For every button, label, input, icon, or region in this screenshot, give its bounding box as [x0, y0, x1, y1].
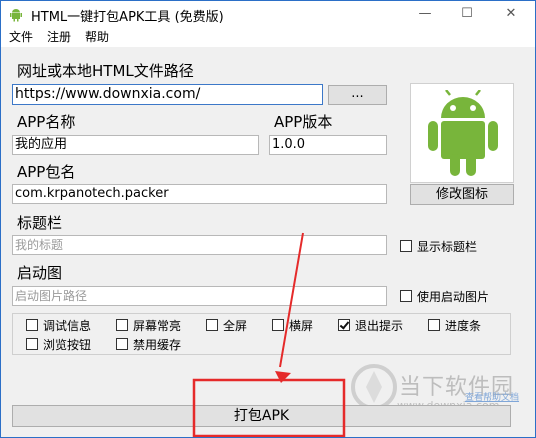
menu-help[interactable]: 帮助 [85, 29, 109, 45]
app-name-input[interactable]: 我的应用 [12, 135, 259, 155]
url-input[interactable]: https://www.downxia.com/ [12, 84, 323, 105]
package-input[interactable]: com.krpanotech.packer [12, 184, 387, 204]
pack-apk-button[interactable]: 打包APK [12, 405, 511, 427]
brand-logo-icon [351, 364, 397, 410]
menu-register[interactable]: 注册 [47, 29, 71, 45]
option-checkbox[interactable] [338, 319, 350, 331]
maximize-button[interactable]: ☐ [457, 5, 477, 23]
option-label: 调试信息 [43, 319, 92, 333]
app-window: HTML一键打包APK工具 (免费版) — ☐ ✕ 文件 注册 帮助 网址或本地… [0, 0, 536, 438]
option-label: 禁用缓存 [133, 338, 182, 352]
browse-button[interactable]: ... [328, 85, 387, 105]
app-version-input[interactable]: 1.0.0 [269, 135, 387, 155]
title-bar-label: 标题栏 [17, 214, 63, 232]
change-icon-button[interactable]: 修改图标 [410, 184, 514, 205]
annotation-arrowhead [275, 371, 291, 383]
option-label: 屏幕常亮 [133, 319, 182, 333]
splash-label: 启动图 [17, 264, 63, 282]
app-name-label: APP名称 [17, 113, 76, 131]
option-label: 退出提示 [355, 319, 404, 333]
show-title-bar-checkbox[interactable] [400, 240, 412, 252]
title-input[interactable]: 我的标题 [12, 235, 387, 255]
help-doc-link[interactable]: 查看帮助文档 [465, 390, 519, 403]
option-checkbox[interactable] [26, 319, 38, 331]
android-app-icon [10, 9, 22, 22]
show-title-bar-label: 显示标题栏 [417, 240, 478, 254]
app-version-label: APP版本 [274, 113, 333, 131]
option-checkbox[interactable] [26, 338, 38, 350]
menu-file[interactable]: 文件 [9, 29, 33, 45]
option-label: 浏览按钮 [43, 338, 92, 352]
icon-preview [410, 83, 514, 183]
option-checkbox[interactable] [206, 319, 218, 331]
url-label: 网址或本地HTML文件路径 [17, 62, 194, 80]
window-title: HTML一键打包APK工具 (免费版) [31, 10, 224, 25]
menu-bar: 文件 注册 帮助 [1, 29, 535, 47]
option-label: 全屏 [223, 319, 248, 333]
minimize-button[interactable]: — [415, 5, 435, 23]
option-checkbox[interactable] [428, 319, 440, 331]
package-label: APP包名 [17, 163, 76, 181]
option-label: 进度条 [445, 319, 482, 333]
close-button[interactable]: ✕ [501, 5, 521, 23]
use-splash-label: 使用启动图片 [417, 290, 490, 304]
splash-input[interactable]: 启动图片路径 [12, 286, 387, 306]
android-robot-icon [428, 90, 498, 176]
option-checkbox[interactable] [116, 319, 128, 331]
option-label: 横屏 [289, 319, 314, 333]
option-checkbox[interactable] [272, 319, 284, 331]
use-splash-checkbox[interactable] [400, 290, 412, 302]
title-bar: HTML一键打包APK工具 (免费版) — ☐ ✕ [1, 1, 535, 29]
option-checkbox[interactable] [116, 338, 128, 350]
